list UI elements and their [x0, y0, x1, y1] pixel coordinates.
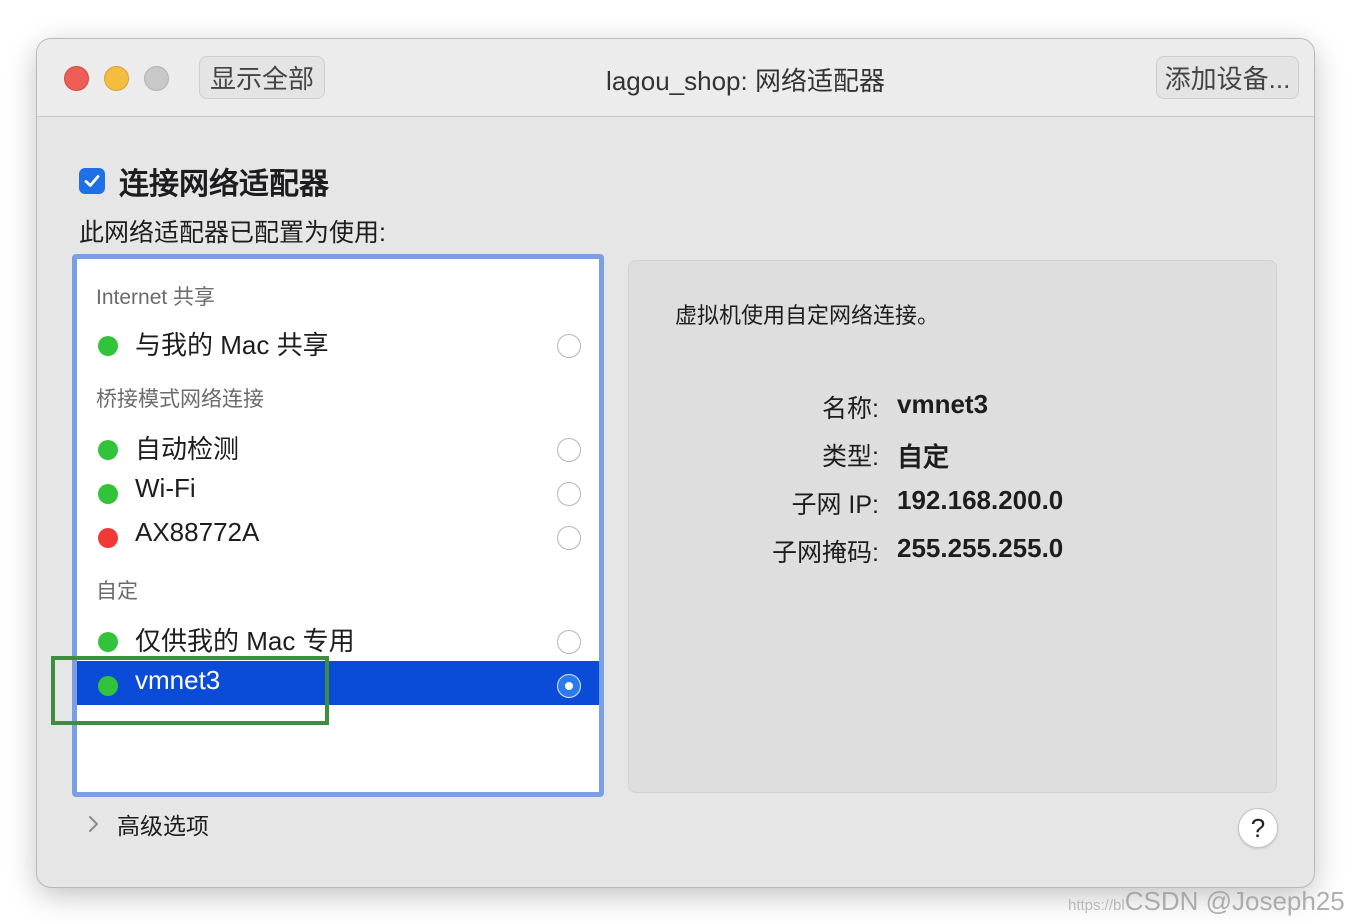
list-item-mac-only[interactable]: 仅供我的 Mac 专用 [77, 617, 599, 661]
list-item-share-with-mac[interactable]: 与我的 Mac 共享 [77, 321, 599, 365]
help-button[interactable]: ? [1238, 808, 1278, 848]
section-header-bridged: 桥接模式网络连接 [96, 388, 264, 411]
detail-value: 255.255.255.0 [897, 533, 1064, 563]
detail-key: 类型: [822, 443, 879, 471]
radio-wifi[interactable] [557, 482, 581, 506]
connect-adapter-label: 连接网络适配器 [119, 168, 329, 201]
list-item-ax88772a[interactable]: AX88772A [77, 513, 599, 557]
list-item-label: 与我的 Mac 共享 [135, 330, 329, 360]
connect-adapter-row[interactable]: 连接网络适配器 [79, 159, 329, 203]
chevron-right-icon [89, 816, 98, 832]
watermark-url-fragment: https://bl [1068, 897, 1125, 914]
radio-vmnet3[interactable] [557, 674, 581, 698]
status-green-icon [98, 440, 118, 460]
radio-mac-only[interactable] [557, 630, 581, 654]
detail-description: 虚拟机使用自定网络连接。 [675, 303, 940, 328]
list-item-label: AX88772A [135, 517, 260, 547]
list-item-auto-detect[interactable]: 自动检测 [77, 425, 599, 469]
window-title: lagou_shop: 网络适配器 [606, 66, 885, 96]
vm-settings-window: 显示全部 lagou_shop: 网络适配器 添加设备... 连接网络适配器 此… [37, 39, 1314, 887]
add-device-button[interactable]: 添加设备... [1156, 56, 1299, 99]
watermark: https://blCSDN @Joseph25 [1068, 886, 1345, 917]
title-bar: 显示全部 lagou_shop: 网络适配器 添加设备... [37, 39, 1314, 117]
detail-subnet-row: 子网 IP: 192.168.200.0 [629, 485, 1276, 525]
detail-value: 自定 [897, 442, 950, 472]
detail-key: 名称: [822, 395, 879, 423]
radio-share-with-mac[interactable] [557, 334, 581, 358]
list-item-label: 自动检测 [135, 434, 240, 464]
status-red-icon [98, 528, 118, 548]
detail-key: 子网 IP: [791, 491, 879, 519]
radio-ax88772a[interactable] [557, 526, 581, 550]
advanced-options-label: 高级选项 [117, 813, 209, 839]
watermark-text: CSDN @Joseph25 [1124, 886, 1345, 916]
section-header-internet-sharing: Internet 共享 [96, 286, 216, 309]
list-item-label: 仅供我的 Mac 专用 [135, 626, 355, 656]
detail-name-row: 名称: vmnet3 [629, 389, 1276, 429]
advanced-options-disclosure[interactable]: 高级选项 [85, 807, 209, 841]
detail-value: 192.168.200.0 [897, 485, 1064, 515]
connect-adapter-checkbox[interactable] [79, 168, 105, 194]
list-item-label: Wi-Fi [135, 473, 196, 503]
list-item-wifi[interactable]: Wi-Fi [77, 469, 599, 513]
detail-mask-row: 子网掩码: 255.255.255.0 [629, 533, 1276, 573]
adapter-detail-panel: 虚拟机使用自定网络连接。 名称: vmnet3 类型: 自定 子网 IP: 19… [628, 260, 1277, 793]
section-header-custom: 自定 [96, 580, 138, 603]
radio-auto-detect[interactable] [557, 438, 581, 462]
checkmark-icon [84, 175, 100, 187]
detail-type-row: 类型: 自定 [629, 437, 1276, 477]
status-green-icon [98, 484, 118, 504]
status-green-icon [98, 336, 118, 356]
annotation-highlight-box [51, 656, 329, 725]
adapter-config-label: 此网络适配器已配置为使用: [79, 219, 386, 247]
detail-key: 子网掩码: [772, 539, 879, 567]
status-green-icon [98, 632, 118, 652]
detail-value: vmnet3 [897, 389, 989, 419]
